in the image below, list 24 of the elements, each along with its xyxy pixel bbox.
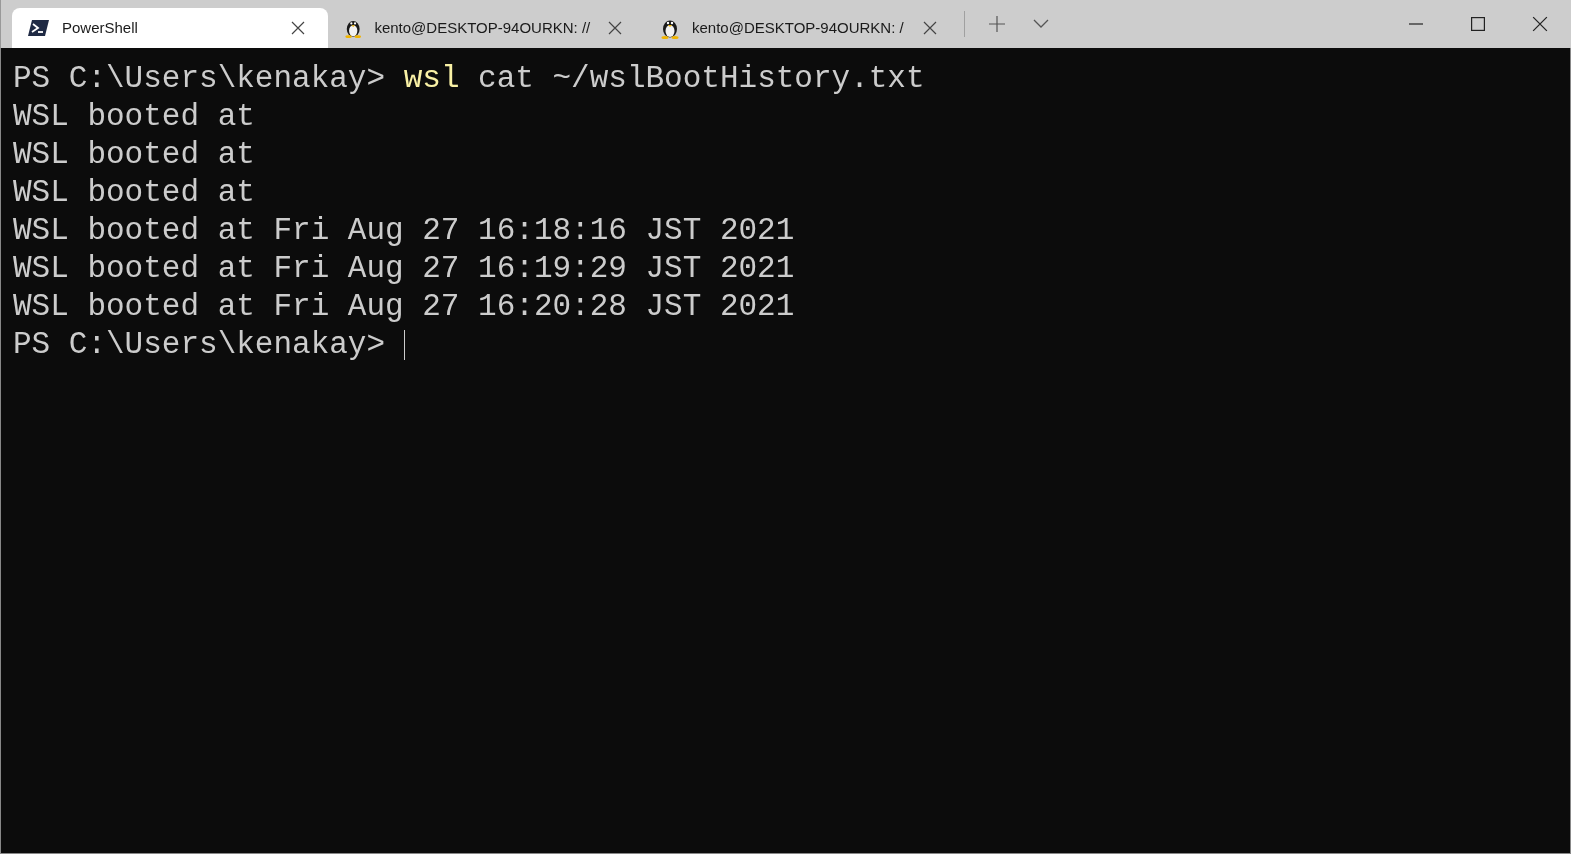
close-icon [1532,16,1548,32]
powershell-icon [28,19,50,37]
output-line: WSL booted at Fri Aug 27 16:20:28 JST 2021 [13,288,796,326]
tab-title: kento@DESKTOP-94OURKN: // [374,17,591,38]
prompt-line: PS C:\Users\kenakay> [13,326,386,364]
plus-icon [988,15,1006,33]
close-icon [291,21,305,35]
minimize-icon [1409,23,1423,25]
tab-title: kento@DESKTOP-94OURKN: / [692,17,904,38]
output-line: WSL booted at [13,98,256,136]
output-line: WSL booted at Fri Aug 27 16:19:29 JST 2021 [13,250,796,288]
output-line: WSL booted at Fri Aug 27 16:18:16 JST 2021 [13,212,796,250]
chevron-down-icon [1033,19,1049,29]
tab-title: PowerShell [62,17,139,38]
output-line: WSL booted at [13,136,256,174]
close-icon [923,21,937,35]
text-cursor [404,330,406,360]
close-icon [608,21,623,35]
terminal-tab[interactable]: PowerShell [12,8,328,48]
terminal-tab[interactable]: kento@DESKTOP-94OURKN: / [644,8,960,48]
maximize-icon [1471,17,1485,31]
output-line: WSL booted at [13,174,256,212]
terminal-tab[interactable]: kento@DESKTOP-94OURKN: // [328,8,644,48]
command-line: PS C:\Users\kenakay> wsl cat ~/wslBootHistory.txt [13,60,926,98]
